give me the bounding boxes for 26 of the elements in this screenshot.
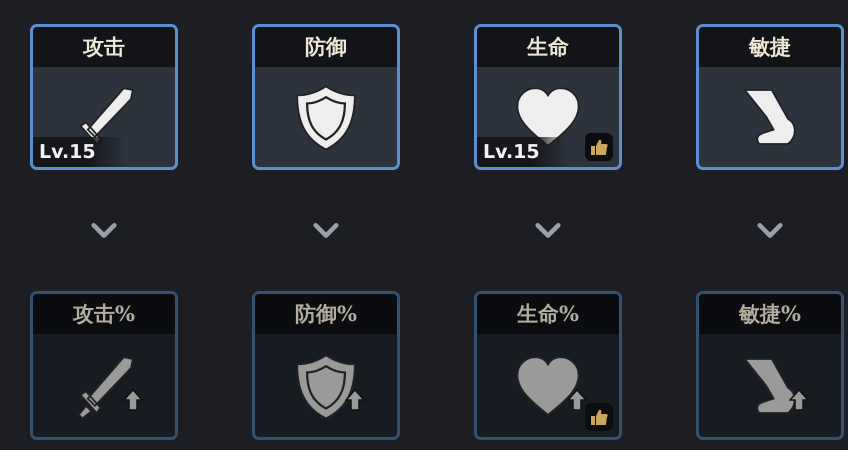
stat-label: 防御%: [295, 300, 357, 328]
chevron-down-icon: [91, 222, 117, 238]
stat-card[interactable]: 敏捷%: [696, 291, 844, 440]
stat-label: 生命: [527, 33, 569, 61]
up-arrow-icon: [345, 389, 365, 411]
stat-card[interactable]: 防御%: [252, 291, 400, 440]
stat-label: 攻击: [83, 33, 125, 61]
stat-card[interactable]: 敏捷: [696, 24, 844, 170]
stat-card[interactable]: 防御: [252, 24, 400, 170]
thumbs-up-icon: [585, 133, 613, 161]
stat-label: 敏捷%: [739, 300, 801, 328]
stat-card[interactable]: 攻击%: [30, 291, 178, 440]
stat-label: 防御: [305, 33, 347, 61]
stat-label: 攻击%: [73, 300, 135, 328]
up-arrow-icon: [123, 389, 143, 411]
chevron-down-icon: [757, 222, 783, 238]
stat-label: 生命%: [517, 300, 579, 328]
up-arrow-icon: [789, 389, 809, 411]
stat-card[interactable]: 生命%: [474, 291, 622, 440]
chevron-down-icon: [535, 222, 561, 238]
stat-card[interactable]: 生命 Lv.15: [474, 24, 622, 170]
stat-card[interactable]: 攻击 Lv.15: [30, 24, 178, 170]
chevron-down-icon: [313, 222, 339, 238]
up-arrow-icon: [567, 389, 587, 411]
stat-label: 敏捷: [749, 33, 791, 61]
thumbs-up-icon: [585, 403, 613, 431]
